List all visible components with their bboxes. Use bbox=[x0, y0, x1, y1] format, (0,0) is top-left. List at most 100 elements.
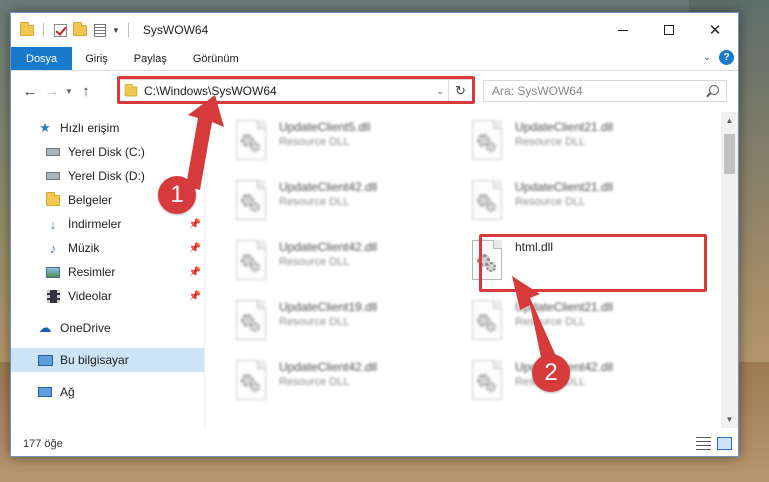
forward-arrow-icon[interactable]: → bbox=[41, 83, 63, 100]
search-input[interactable]: Ara: SysWOW64 bbox=[483, 80, 727, 102]
view-switcher bbox=[696, 437, 732, 450]
explorer-window: ▼ SysWOW64 ✕ Dosya Giriş Paylaş Görünüm … bbox=[10, 12, 739, 457]
drive-icon bbox=[45, 144, 61, 160]
search-placeholder: Ara: SysWOW64 bbox=[492, 84, 583, 98]
nav-item-label: Videolar bbox=[68, 289, 112, 303]
nav-item-downloads[interactable]: ↓ İndirmeler 📌 bbox=[11, 212, 204, 236]
scroll-down-icon[interactable]: ▼ bbox=[721, 411, 738, 428]
nav-item-local-disk-c[interactable]: Yerel Disk (C:) bbox=[11, 140, 204, 164]
pin-icon[interactable]: 📌 bbox=[189, 267, 201, 278]
callout-1: 1 bbox=[158, 176, 196, 214]
computer-icon bbox=[37, 352, 53, 368]
nav-item-label: OneDrive bbox=[60, 321, 111, 335]
pin-icon[interactable]: 📌 bbox=[189, 291, 201, 302]
file-item[interactable]: UpdateClient42.dll Resource DLL bbox=[233, 360, 377, 402]
scroll-up-icon[interactable]: ▲ bbox=[721, 112, 738, 129]
file-item[interactable]: UpdateClient19.dll Resource DLL bbox=[233, 300, 377, 342]
title-bar: ▼ SysWOW64 ✕ bbox=[11, 13, 738, 47]
properties-check-icon[interactable] bbox=[52, 22, 68, 38]
nav-item-onedrive[interactable]: ☁ OneDrive bbox=[11, 316, 204, 340]
file-item[interactable]: UpdateClient21.dll Resource DLL bbox=[469, 120, 613, 162]
close-icon: ✕ bbox=[708, 22, 722, 39]
ribbon-right-controls: ⌄ ? bbox=[703, 50, 734, 65]
folder-icon[interactable] bbox=[19, 21, 35, 38]
nav-item-pictures[interactable]: Resimler 📌 bbox=[11, 260, 204, 284]
file-type: Resource DLL bbox=[279, 376, 350, 388]
star-icon: ★ bbox=[39, 120, 51, 135]
large-icons-view-icon[interactable] bbox=[717, 437, 732, 450]
search-icon[interactable] bbox=[709, 85, 719, 95]
documents-icon bbox=[45, 191, 61, 208]
help-icon[interactable]: ? bbox=[719, 50, 734, 65]
maximize-icon bbox=[664, 25, 674, 35]
file-item[interactable]: UpdateClient42.dll Resource DLL bbox=[233, 180, 377, 222]
dll-file-icon bbox=[469, 360, 505, 402]
back-arrow-icon[interactable]: ← bbox=[19, 83, 41, 100]
pin-icon[interactable]: 📌 bbox=[189, 243, 201, 254]
pin-icon[interactable]: 📌 bbox=[189, 219, 201, 230]
nav-item-label: Belgeler bbox=[68, 193, 113, 207]
tab-home[interactable]: Giriş bbox=[72, 47, 121, 70]
file-type: Resource DLL bbox=[279, 256, 350, 268]
tab-share[interactable]: Paylaş bbox=[121, 47, 180, 70]
expand-ribbon-chevron-icon[interactable]: ⌄ bbox=[703, 52, 711, 63]
tab-file[interactable]: Dosya bbox=[11, 47, 73, 70]
window-title: SysWOW64 bbox=[142, 23, 209, 37]
music-icon: ♪ bbox=[49, 240, 57, 256]
nav-item-network[interactable]: Ağ bbox=[11, 380, 204, 404]
quick-access-toolbar: ▼ bbox=[11, 21, 133, 38]
toolbar-separator bbox=[43, 23, 44, 37]
nav-item-label: Müzik bbox=[68, 241, 100, 255]
window-controls: ✕ bbox=[600, 13, 738, 47]
file-name: UpdateClient21.dll bbox=[515, 180, 614, 194]
dll-file-icon bbox=[469, 300, 505, 342]
nav-item-music[interactable]: ♪ Müzik 📌 bbox=[11, 236, 204, 260]
new-folder-icon[interactable] bbox=[72, 21, 88, 38]
nav-item-quick-access[interactable]: ★ Hızlı erişim bbox=[11, 116, 204, 140]
scrollbar-thumb[interactable] bbox=[724, 134, 735, 174]
nav-item-label: Bu bilgisayar bbox=[60, 353, 129, 367]
customize-toolbar-chevron-icon[interactable]: ▼ bbox=[112, 26, 120, 35]
nav-item-label: Resimler bbox=[68, 265, 116, 279]
file-name: UpdateClient19.dll bbox=[279, 300, 378, 314]
file-name: UpdateClient42.dll bbox=[279, 360, 378, 374]
file-type: Resource DLL bbox=[279, 136, 350, 148]
minimize-button[interactable] bbox=[600, 13, 646, 47]
nav-item-label: İndirmeler bbox=[68, 217, 122, 231]
file-type: Resource DLL bbox=[515, 136, 586, 148]
videos-icon bbox=[45, 288, 61, 304]
item-count: 177 öğe bbox=[23, 438, 63, 450]
up-arrow-icon[interactable]: ↑ bbox=[75, 83, 97, 100]
nav-item-label: Hızlı erişim bbox=[60, 121, 120, 135]
file-item[interactable]: UpdateClient21.dll Resource DLL bbox=[469, 180, 613, 222]
ribbon-tabs: Dosya Giriş Paylaş Görünüm ⌄ ? bbox=[11, 47, 738, 71]
file-name: UpdateClient42.dll bbox=[279, 180, 378, 194]
minimize-icon bbox=[618, 29, 628, 31]
recent-locations-chevron-icon[interactable]: ▼ bbox=[63, 87, 75, 96]
address-row: ← → ▼ ↑ C:\Windows\SysWOW64 ⌄ ↻ Ara: Sys… bbox=[11, 71, 738, 111]
details-view-icon[interactable] bbox=[696, 437, 711, 450]
maximize-button[interactable] bbox=[646, 13, 692, 47]
file-item[interactable]: UpdateClient5.dll Resource DLL bbox=[233, 120, 370, 162]
address-highlight-box bbox=[117, 76, 475, 104]
file-highlight-box bbox=[479, 234, 707, 292]
dll-file-icon bbox=[233, 300, 269, 342]
dll-file-icon bbox=[469, 180, 505, 222]
close-button[interactable]: ✕ bbox=[692, 13, 738, 47]
tab-view[interactable]: Görünüm bbox=[180, 47, 252, 70]
file-name: UpdateClient5.dll bbox=[279, 120, 371, 134]
file-type: Resource DLL bbox=[279, 316, 350, 328]
body-area: ★ Hızlı erişim Yerel Disk (C:) Yerel Dis… bbox=[11, 112, 738, 428]
file-item[interactable]: UpdateClient21.dll Resource DLL bbox=[469, 300, 613, 342]
nav-item-this-pc[interactable]: Bu bilgisayar bbox=[11, 348, 204, 372]
dll-file-icon bbox=[233, 120, 269, 162]
properties-icon[interactable] bbox=[92, 22, 108, 38]
drive-icon bbox=[45, 168, 61, 184]
vertical-scrollbar[interactable]: ▲ ▼ bbox=[721, 112, 738, 428]
nav-item-videos[interactable]: Videolar 📌 bbox=[11, 284, 204, 308]
file-item[interactable]: UpdateClient42.dll Resource DLL bbox=[233, 240, 377, 282]
file-name: UpdateClient21.dll bbox=[515, 120, 614, 134]
